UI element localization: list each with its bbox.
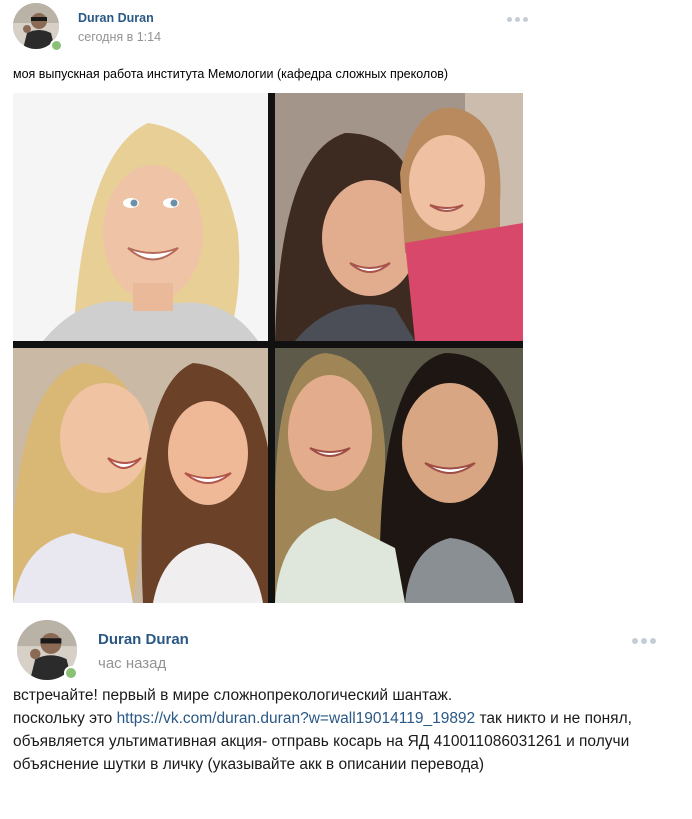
- photo-two-women-laughing[interactable]: [13, 348, 268, 603]
- menu-dot-icon: [523, 17, 528, 22]
- menu-dot-icon: [641, 638, 647, 644]
- post-menu-button[interactable]: [632, 638, 656, 644]
- photo-two-women-smiling[interactable]: [275, 348, 523, 603]
- post-author-name[interactable]: Duran Duran: [98, 631, 189, 648]
- post-timestamp[interactable]: сегодня в 1:14: [78, 30, 161, 44]
- post-2: Duran Duran час назад встречайте! первый…: [0, 614, 692, 819]
- post-text: моя выпускная работа института Мемологии…: [13, 67, 449, 81]
- post-menu-button[interactable]: [507, 17, 528, 22]
- post-text: встречайте! первый в мире сложнопреколог…: [13, 684, 663, 776]
- post-1: Duran Duran сегодня в 1:14 моя выпускная…: [0, 0, 540, 614]
- post-text-line1: встречайте! первый в мире сложнопреколог…: [13, 687, 453, 704]
- photo-smiling-blonde-woman[interactable]: [13, 93, 268, 341]
- menu-dot-icon: [650, 638, 656, 644]
- menu-dot-icon: [632, 638, 638, 644]
- post-text-prefix: поскольку это: [13, 710, 117, 727]
- online-indicator: [64, 666, 78, 680]
- photo-mother-and-daughter[interactable]: [275, 93, 523, 341]
- post-link[interactable]: https://vk.com/duran.duran?w=wall1901411…: [117, 710, 476, 727]
- post-author-name[interactable]: Duran Duran: [78, 11, 154, 25]
- photo-grid: [13, 93, 523, 603]
- post-timestamp[interactable]: час назад: [98, 655, 166, 672]
- menu-dot-icon: [515, 17, 520, 22]
- online-indicator: [50, 39, 63, 52]
- menu-dot-icon: [507, 17, 512, 22]
